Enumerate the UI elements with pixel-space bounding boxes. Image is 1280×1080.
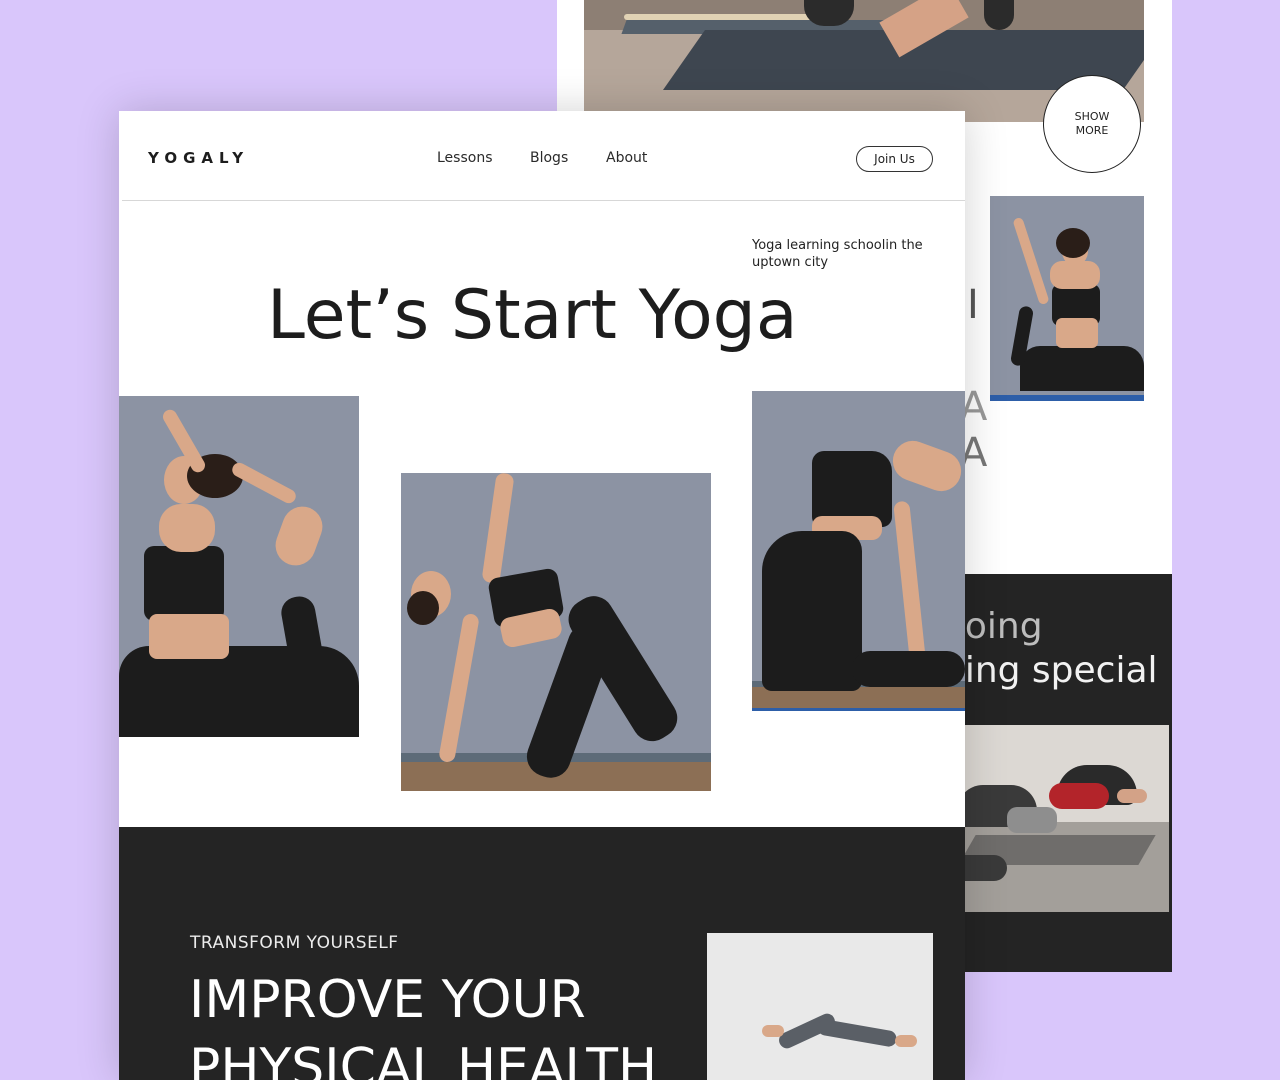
camel-pose-photo [752,391,965,711]
show-more-label: SHOW MORE [1074,110,1110,137]
transform-title-line-2: PHYSICAL HEALTH [189,1038,658,1080]
landing-page: YOGALY Lessons Blogs About Join Us Yoga … [119,111,965,1080]
hero-tagline: Yoga learning schoolin the uptown city [752,238,923,270]
join-us-label: Join Us [874,152,915,166]
quote-line-2: ning special [942,650,1158,691]
legs-up-pose-photo [707,933,933,1080]
header-divider [122,200,965,201]
king-pigeon-pose-photo [119,396,359,737]
transform-title-line-1: IMPROVE YOUR [189,970,586,1030]
vertical-letter-1: I [967,282,979,328]
nav-link-blogs[interactable]: Blogs [530,150,568,166]
transform-section: TRANSFORM YOURSELF IMPROVE YOUR PHYSICAL… [119,827,965,1080]
nav-link-lessons[interactable]: Lessons [437,150,493,166]
site-header: YOGALY Lessons Blogs About Join Us [119,111,965,201]
transform-eyebrow: TRANSFORM YOURSELF [190,933,399,953]
nav-link-about[interactable]: About [606,150,647,166]
join-us-button[interactable]: Join Us [856,146,933,172]
show-more-button[interactable]: SHOW MORE [1043,75,1141,173]
hero-headline: Let’s Start Yoga [267,276,798,355]
pigeon-pose-photo-small [990,196,1144,401]
stretching-class-photo [937,725,1169,912]
brand-logo[interactable]: YOGALY [148,149,249,167]
triangle-pose-photo [401,473,711,791]
